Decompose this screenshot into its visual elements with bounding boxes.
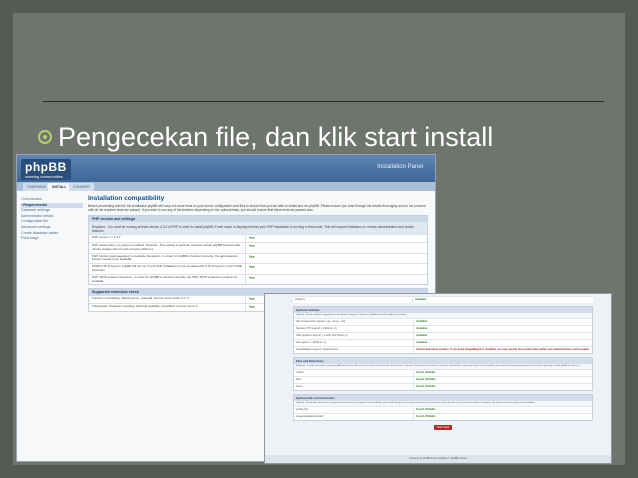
row-label: PHP version >= 4.3.3 bbox=[92, 235, 121, 239]
bullet-icon bbox=[38, 130, 52, 144]
row-label: zlib Compression support (.gz, .tar.gz, … bbox=[296, 319, 346, 323]
tab-overview[interactable]: OVERVIEW bbox=[23, 183, 50, 191]
table-row: PCRE UTF-8 support: phpBB will not run i… bbox=[89, 263, 427, 274]
table-row: files/Found, Writable bbox=[294, 375, 592, 383]
row-label: PCRE UTF-8 support: phpBB will not run i… bbox=[92, 264, 242, 272]
slide: Pengecekan file, dan klik start install … bbox=[0, 0, 638, 478]
row-value: Available bbox=[412, 297, 593, 303]
optional-modules-section: Optional modules Optional - These module… bbox=[293, 306, 593, 354]
row-label: cache/ bbox=[296, 370, 304, 374]
install-steps-sidebar: • Introduction • Requirements Database s… bbox=[21, 197, 83, 242]
row-value: Found, Writable bbox=[413, 413, 592, 420]
row-value: Found, Writable bbox=[413, 376, 592, 383]
row-value: Yes bbox=[245, 274, 427, 285]
row-label: Transparent character encoding: Allowing… bbox=[92, 304, 198, 309]
table-row: GD support (->gd&lt;ts. C) Available bbox=[294, 338, 592, 346]
bullet-text: Pengecekan file, dan klik start install bbox=[58, 122, 494, 152]
row-label: PHP setting allow_url_fopen is enabled: … bbox=[92, 243, 241, 251]
table-row: PHP setting allow_url_fopen is enabled: … bbox=[89, 242, 427, 253]
row-value: Yes bbox=[245, 264, 427, 274]
files-section: Files and Directories Required - In orde… bbox=[293, 356, 593, 391]
row-label: PHP function getimagesize() is available… bbox=[92, 253, 238, 262]
table-row: XML graphics support (->mod/ XSLT/trans … bbox=[294, 331, 592, 339]
row-label: XML graphics support (->mod/ XSLT/trans … bbox=[296, 333, 348, 337]
row-label: Oracle () bbox=[295, 298, 306, 301]
row-label: PHP JSON support: Required - In order fo… bbox=[92, 274, 238, 283]
tab-install[interactable]: INSTALL bbox=[48, 183, 71, 191]
table-row: zlib Compression support (.gz, .tar.gz, … bbox=[294, 317, 592, 325]
row-label: store/ bbox=[296, 384, 303, 388]
logo-text: phpBB bbox=[25, 160, 67, 174]
table-row: cache/Found, Writable bbox=[294, 368, 592, 376]
row-label: GD support (->gd&lt;ts. C) bbox=[296, 340, 327, 344]
row-value-warning: Cannot determine location. If you know I… bbox=[413, 346, 592, 353]
table-row: store/Found, Writable bbox=[294, 382, 592, 390]
row-value: Available bbox=[413, 339, 592, 346]
row-value: Available bbox=[413, 325, 592, 332]
footer: Powered by phpBB Forum Software © phpBB … bbox=[265, 455, 611, 463]
row-value: Found, Writable bbox=[413, 406, 592, 413]
phpbb-logo: phpBB creating communities bbox=[21, 159, 71, 180]
logo-subtext: creating communities bbox=[25, 174, 63, 179]
table-row: PHP JSON support: Required - In order fo… bbox=[89, 273, 427, 285]
table-row: Remote FTP support (->ftp&lt;ts. C) Avail… bbox=[294, 324, 592, 332]
row-value: Found, Writable bbox=[413, 369, 592, 376]
row-value: Yes bbox=[245, 243, 427, 253]
section-note: Required - You must be running at least … bbox=[92, 225, 414, 233]
intro-text: Before proceeding with the full installa… bbox=[88, 204, 426, 212]
table-row: PHP version >= 4.3.3 Yes bbox=[89, 234, 427, 242]
row-label: Remote FTP support (->ftp&lt;ts. C) bbox=[296, 326, 337, 330]
table-row: Oracle () Available bbox=[293, 296, 593, 303]
row-value: Yes bbox=[245, 253, 427, 264]
phpbb-header: phpBB creating communities Installation … bbox=[17, 155, 435, 182]
row-label: ImageMagick support [ Attachments ] bbox=[296, 347, 339, 351]
row-label: images/avatars/upload/: bbox=[296, 414, 324, 418]
table-row: ImageMagick support [ Attachments ] Canno… bbox=[294, 345, 592, 353]
row-label: files/ bbox=[296, 377, 302, 381]
table-row: PHP function getimagesize() is available… bbox=[89, 252, 427, 264]
tab-convert[interactable]: CONVERT bbox=[69, 183, 95, 191]
screenshot-start-install: Oracle () Available Optional modules Opti… bbox=[264, 293, 612, 464]
tab-bar: OVERVIEW INSTALL CONVERT bbox=[17, 182, 435, 191]
requirements-continued: Oracle () Available Optional modules Opti… bbox=[293, 296, 593, 430]
table-row: config.php: Found, Writable bbox=[294, 405, 592, 413]
php-settings-section: PHP version and settings Required - You … bbox=[88, 215, 428, 286]
optional-files-section: Optional files and directories Optional … bbox=[293, 393, 593, 421]
row-value: Found, Writable bbox=[413, 383, 592, 390]
table-row: images/avatars/upload/: Found, Writable bbox=[294, 412, 592, 420]
start-install-button[interactable]: Start install bbox=[434, 424, 452, 430]
page-title: Installation compatibility bbox=[88, 195, 165, 202]
row-value: Yes bbox=[245, 235, 427, 242]
row-value: Available bbox=[413, 318, 592, 325]
row-label: Function overloading: Allowing func_over… bbox=[92, 296, 189, 301]
section-title: PHP version and settings bbox=[89, 216, 427, 222]
sidebar-item-final[interactable]: Final stage bbox=[21, 236, 83, 242]
row-value: Available bbox=[413, 332, 592, 339]
bullet-point: Pengecekan file, dan klik start install bbox=[38, 122, 493, 152]
divider-line bbox=[43, 101, 604, 102]
panel-title: Installation Panel bbox=[377, 164, 423, 170]
row-label: config.php: bbox=[296, 407, 309, 411]
